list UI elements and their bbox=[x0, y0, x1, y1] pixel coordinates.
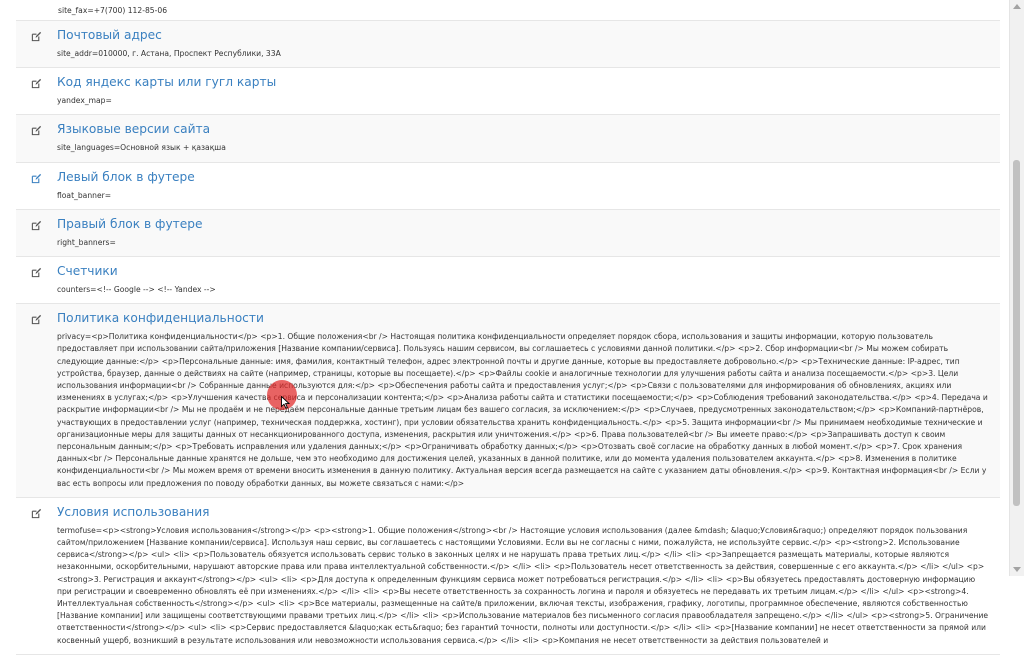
setting-value: site_fax=+7(700) 112-85-06 bbox=[58, 6, 168, 15]
edit-icon[interactable] bbox=[16, 504, 57, 647]
setting-title[interactable]: Левый блок в футере bbox=[57, 169, 992, 185]
setting-title[interactable]: Правый блок в футере bbox=[57, 216, 992, 232]
setting-value: site_addr=010000, г. Астана, Проспект Ре… bbox=[57, 49, 281, 58]
edit-icon[interactable] bbox=[16, 74, 57, 107]
setting-value: site_languages=Основной язык + қазақша bbox=[57, 143, 226, 153]
settings-row-privacy-policy: Политика конфиденциальности privacy=<p>П… bbox=[16, 304, 1000, 498]
setting-title[interactable]: Политика конфиденциальности bbox=[57, 310, 992, 326]
settings-row-counters: Счетчики counters=<!-- Google --> <!-- Y… bbox=[16, 257, 1000, 305]
edit-icon[interactable] bbox=[16, 169, 57, 202]
settings-row-languages: Языковые версии сайта site_languages=Осн… bbox=[16, 115, 1000, 163]
setting-value: termofuse=<p><strong>Условия использован… bbox=[57, 525, 989, 645]
setting-value: float_banner= bbox=[57, 190, 112, 200]
edit-icon[interactable] bbox=[16, 263, 57, 296]
settings-row-fax: site_fax=+7(700) 112-85-06 bbox=[16, 0, 1000, 21]
setting-value: yandex_map= bbox=[57, 96, 112, 106]
setting-title[interactable]: Языковые версии сайта bbox=[57, 121, 992, 137]
setting-value: privacy=<p>Политика конфиденциальности</… bbox=[57, 332, 988, 488]
setting-title[interactable]: Счетчики bbox=[57, 263, 992, 279]
settings-row-terms-of-use: Условия использования termofuse=<p><stro… bbox=[16, 498, 1000, 655]
vertical-scrollbar[interactable] bbox=[1009, 0, 1024, 576]
settings-row-right-footer-block: Правый блок в футере right_banners= bbox=[16, 209, 1000, 258]
edit-icon[interactable] bbox=[16, 27, 57, 60]
scrollbar-thumb[interactable] bbox=[1013, 160, 1020, 506]
edit-icon[interactable] bbox=[16, 121, 57, 154]
setting-title[interactable]: Почтовый адрес bbox=[57, 27, 992, 43]
settings-list: site_fax=+7(700) 112-85-06 Почтовый адре… bbox=[16, 0, 1000, 655]
settings-row-left-footer-block: Левый блок в футере float_banner= bbox=[16, 163, 1000, 210]
scroll-down-arrow-icon[interactable] bbox=[1013, 567, 1021, 572]
setting-title[interactable]: Условия использования bbox=[57, 504, 992, 520]
edit-icon[interactable] bbox=[16, 310, 57, 490]
setting-title[interactable]: Код яндекс карты или гугл карты bbox=[57, 74, 992, 90]
setting-value: right_banners= bbox=[57, 237, 116, 247]
scroll-up-arrow-icon[interactable] bbox=[1013, 4, 1021, 9]
edit-icon[interactable] bbox=[16, 216, 57, 249]
setting-value: counters=<!-- Google --> <!-- Yandex --> bbox=[57, 285, 216, 295]
settings-row-map-code: Код яндекс карты или гугл карты yandex_m… bbox=[16, 68, 1000, 116]
settings-row-postal-address: Почтовый адрес site_addr=010000, г. Аста… bbox=[16, 21, 1000, 69]
